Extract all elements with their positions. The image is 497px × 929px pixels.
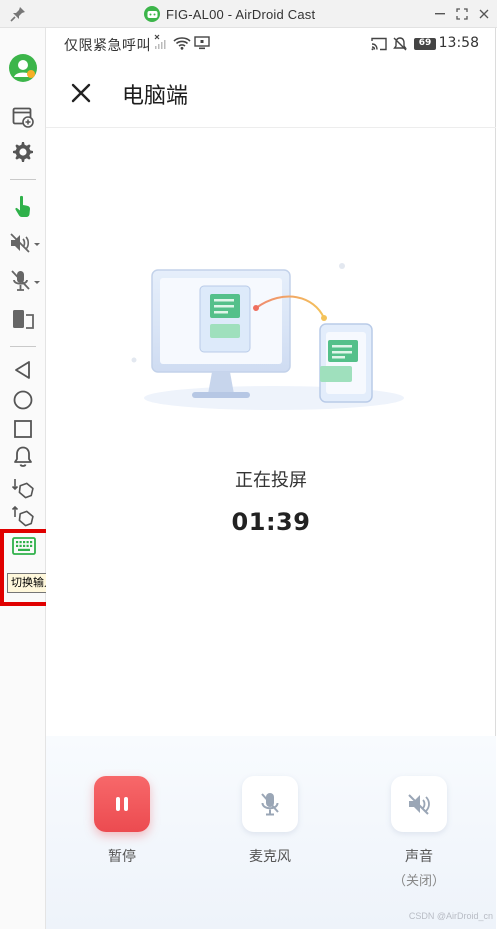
mute-bell-icon <box>393 37 407 51</box>
minimize-button[interactable] <box>432 6 448 22</box>
control-panel: 暂停 麦克风 声音 （关闭） CSDN @AirDroid_cn <box>46 736 496 929</box>
swipe-up-button[interactable] <box>10 503 36 529</box>
phone-screen[interactable]: 仅限紧急呼叫 69 13:58 电脑端 正在投屏 01:39 暂停 麦克风 声音… <box>46 28 496 929</box>
touch-control-button[interactable] <box>10 193 36 219</box>
status-time: 13:58 <box>438 35 479 51</box>
microphone-label: 麦克风 <box>249 849 291 865</box>
settings-button[interactable] <box>10 139 36 165</box>
screen-rotate-icon <box>13 310 34 329</box>
recents-button[interactable] <box>10 416 36 442</box>
gear-icon <box>13 142 33 162</box>
battery-indicator: 69 <box>414 38 436 50</box>
watermark-text: CSDN @AirDroid_cn <box>408 911 493 921</box>
casting-illustration <box>131 263 404 410</box>
close-icon <box>479 9 489 19</box>
airdroid-logo-icon <box>144 6 160 22</box>
sound-sublabel: （关闭） <box>392 874 445 889</box>
close-icon[interactable] <box>68 80 94 106</box>
notification-bell-icon <box>14 446 32 467</box>
sound-control[interactable]: 声音 （关闭） <box>391 776 447 889</box>
microphone-button[interactable] <box>242 776 298 832</box>
toolbar-divider <box>10 179 36 180</box>
user-avatar-icon <box>9 54 37 82</box>
toolbar-divider <box>10 346 36 347</box>
microphone-control[interactable]: 麦克风 <box>242 776 298 866</box>
carrier-text: 仅限紧急呼叫 <box>64 38 151 54</box>
cast-status-icon <box>194 36 210 50</box>
swipe-down-icon <box>11 479 34 499</box>
casting-timer: 01:39 <box>231 508 311 536</box>
speaker-muted-icon <box>408 794 430 815</box>
back-triangle-icon <box>15 361 30 379</box>
casting-status: 正在投屏 <box>235 470 307 491</box>
pause-button[interactable] <box>94 776 150 832</box>
touch-control-icon <box>15 195 30 217</box>
recents-square-icon <box>14 420 32 438</box>
screen-rotate-button[interactable] <box>10 306 36 332</box>
minimize-icon <box>435 13 445 15</box>
side-toolbar <box>0 28 46 929</box>
close-window-button[interactable] <box>476 6 492 22</box>
pause-control[interactable]: 暂停 <box>94 776 150 866</box>
microphone-button[interactable] <box>9 268 41 294</box>
maximize-button[interactable] <box>454 6 470 22</box>
page-header: 电脑端 <box>46 60 496 128</box>
notifications-button[interactable] <box>10 444 36 470</box>
window-title: FIG-AL00 - AirDroid Cast <box>166 6 316 22</box>
wifi-icon <box>173 37 191 50</box>
phone-status-bar: 仅限紧急呼叫 69 13:58 <box>46 28 496 60</box>
new-window-button[interactable] <box>10 104 36 130</box>
window-title-group: FIG-AL00 - AirDroid Cast <box>144 4 315 24</box>
microphone-muted-icon <box>11 270 40 291</box>
home-button[interactable] <box>10 387 36 413</box>
microphone-muted-icon <box>261 793 279 816</box>
expand-corners-icon <box>456 8 468 20</box>
speaker-muted-icon <box>10 233 40 253</box>
page-title: 电脑端 <box>122 84 189 109</box>
back-button[interactable] <box>10 357 36 383</box>
pause-icon <box>116 797 128 811</box>
user-avatar-button[interactable] <box>9 54 37 82</box>
sound-button[interactable] <box>391 776 447 832</box>
home-circle-icon <box>13 390 33 410</box>
swipe-down-button[interactable] <box>10 475 36 501</box>
no-signal-icon <box>154 34 166 49</box>
pin-icon[interactable] <box>9 5 27 23</box>
swipe-up-icon <box>11 505 34 527</box>
sound-label: 声音 <box>405 849 433 865</box>
screen-cast-icon <box>371 37 387 51</box>
pause-label: 暂停 <box>108 849 136 865</box>
add-window-icon <box>12 107 34 128</box>
window-titlebar: FIG-AL00 - AirDroid Cast <box>0 0 497 28</box>
phone-sound-button[interactable] <box>9 230 41 256</box>
